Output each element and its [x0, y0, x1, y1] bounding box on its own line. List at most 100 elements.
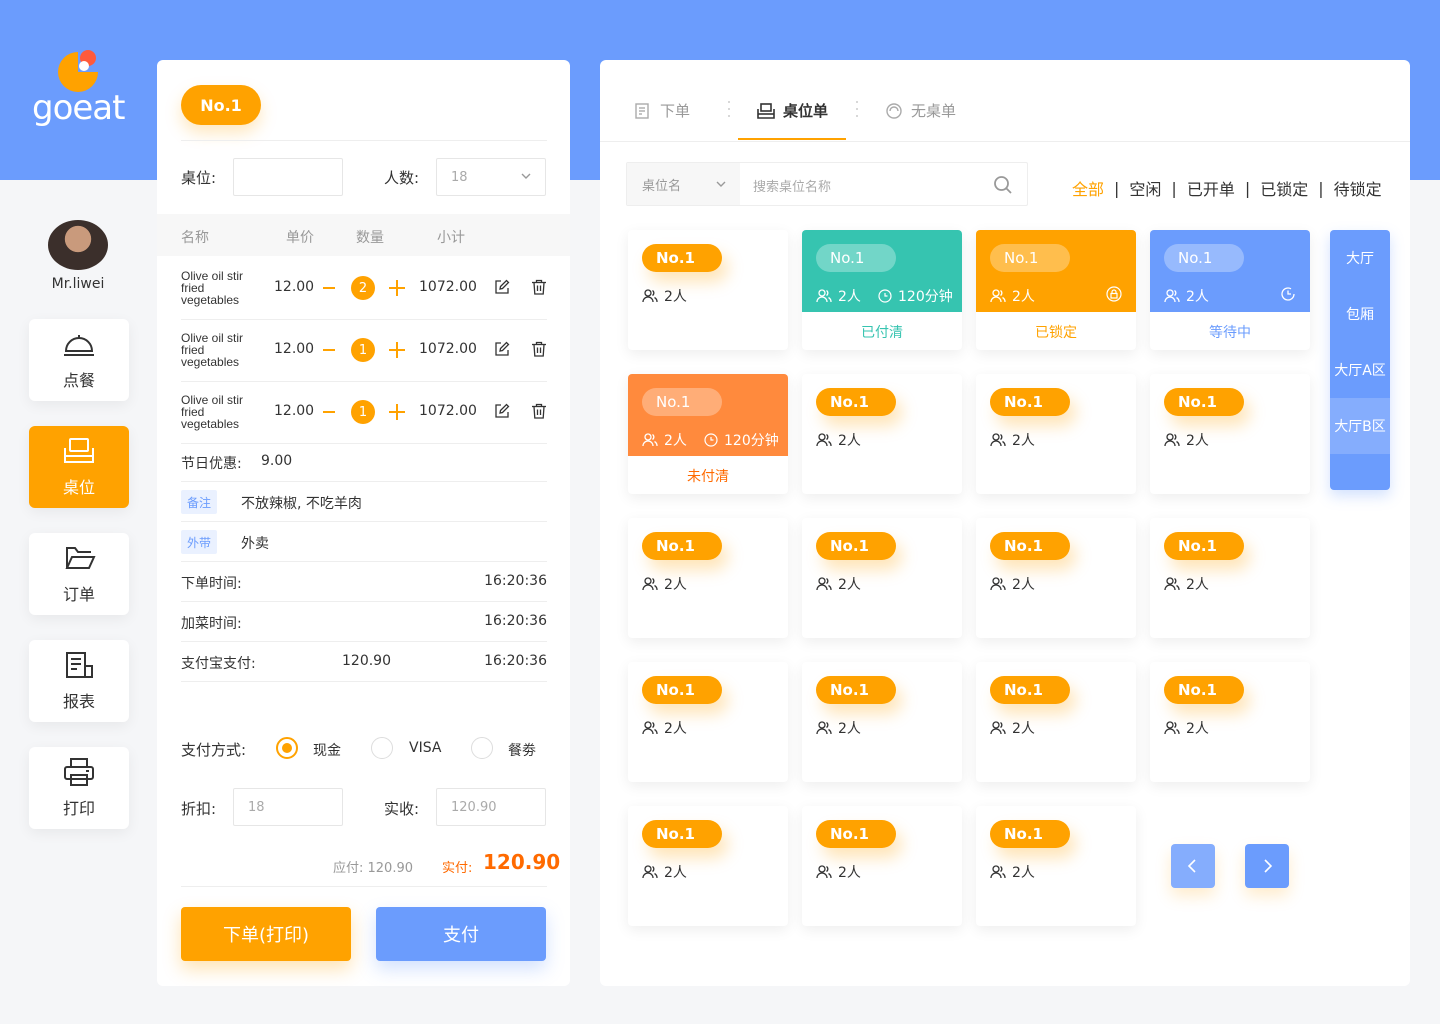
table-people: 2人 [1164, 430, 1209, 450]
table-label: 桌位: [181, 169, 217, 187]
discount-value: 9.00 [261, 453, 293, 469]
people-count: 2人 [664, 433, 687, 449]
filter-opened[interactable]: 已开单 [1187, 176, 1235, 200]
increase-qty-button[interactable] [389, 404, 405, 420]
nav-order-food[interactable]: 点餐 [29, 319, 129, 401]
people-icon [990, 865, 1006, 879]
filter-separator: | [1114, 178, 1120, 198]
pay-button[interactable]: 支付 [376, 907, 546, 961]
order-form-icon [635, 102, 649, 119]
table-name: No.1 [816, 388, 896, 416]
table-name: No.1 [642, 244, 722, 272]
discount-field-input[interactable]: 18 [233, 788, 343, 826]
table-card[interactable]: No.1 2人 [802, 806, 962, 926]
waiting-icon [1281, 287, 1295, 301]
tab-no-table-orders[interactable]: 无桌单 [885, 100, 956, 121]
table-card[interactable]: No.1 2人 [802, 374, 962, 494]
table-people: 2人 [990, 430, 1035, 450]
table-name: No.1 [642, 676, 722, 704]
nav-orders[interactable]: 订单 [29, 533, 129, 615]
edit-icon[interactable] [494, 403, 510, 419]
item-price: 12.00 [274, 403, 315, 419]
decrease-qty-button[interactable] [323, 287, 335, 289]
area-private-room[interactable]: 包厢 [1330, 286, 1390, 342]
radio-visa[interactable] [371, 737, 393, 759]
table-people: 2人 [816, 718, 861, 738]
table-card[interactable]: No.1 2人 [628, 230, 788, 350]
people-select[interactable]: 18 [436, 158, 546, 196]
filter-all[interactable]: 全部 [1072, 176, 1104, 200]
area-hall-b[interactable]: 大厅B区 [1330, 398, 1390, 454]
area-hall[interactable]: 大厅 [1330, 230, 1390, 286]
filter-to-lock[interactable]: 待锁定 [1334, 176, 1382, 200]
table-name: No.1 [1164, 676, 1244, 704]
tab-place-order[interactable]: 下单 [634, 100, 690, 121]
search-input[interactable]: 搜索桌位名称 [753, 176, 831, 195]
people-count: 2人 [1186, 289, 1209, 305]
decrease-qty-button[interactable] [323, 411, 335, 413]
people-icon [816, 721, 832, 735]
area-hall-a[interactable]: 大厅A区 [1330, 342, 1390, 398]
radio-voucher[interactable] [471, 737, 493, 759]
next-page-button[interactable] [1245, 844, 1289, 888]
table-people: 2人 [642, 718, 687, 738]
waiting-icon [1280, 286, 1296, 302]
tab-label: 无桌单 [911, 102, 957, 120]
table-card[interactable]: No.1 2人 [976, 518, 1136, 638]
lock-icon [1106, 286, 1122, 302]
table-card[interactable]: No.1 2人 已锁定 [976, 230, 1136, 350]
nav-reports[interactable]: 报表 [29, 640, 129, 722]
takeout-tag: 外带 [181, 530, 218, 554]
nav-label: 桌位 [62, 478, 95, 497]
increase-qty-button[interactable] [389, 342, 405, 358]
nav-print[interactable]: 打印 [29, 747, 129, 829]
avatar[interactable] [48, 220, 108, 270]
order-time-label: 下单时间: [181, 576, 242, 592]
tab-bar: 下单 桌位单 无桌单 [600, 60, 1410, 142]
alipay-time: 16:20:36 [484, 653, 547, 669]
people-count: 2人 [1012, 721, 1035, 737]
people-icon [816, 865, 832, 879]
username: Mr.liwei [51, 276, 105, 292]
trash-icon[interactable] [531, 279, 547, 295]
circle-dashed-icon [886, 102, 902, 119]
table-card[interactable]: No.1 2人 [628, 662, 788, 782]
trash-icon[interactable] [531, 403, 547, 419]
table-card[interactable]: No.1 2人 [976, 662, 1136, 782]
table-card[interactable]: No.1 2人 [1150, 518, 1310, 638]
divider [181, 140, 547, 141]
alipay-row: 支付宝支付: 120.90 16:20:36 [181, 642, 547, 682]
decrease-qty-button[interactable] [323, 349, 335, 351]
table-card[interactable]: No.1 2人 120分钟 未付清 [628, 374, 788, 494]
tab-table-orders[interactable]: 桌位单 [757, 100, 828, 121]
table-card[interactable]: No.1 2人 [1150, 374, 1310, 494]
table-input[interactable] [233, 158, 343, 196]
trash-icon[interactable] [531, 341, 547, 357]
search-icon[interactable] [993, 175, 1013, 195]
chevron-right-icon [1264, 859, 1273, 873]
table-card[interactable]: No.1 2人 [976, 806, 1136, 926]
filter-locked[interactable]: 已锁定 [1260, 176, 1308, 200]
table-card[interactable]: No.1 2人 120分钟 已付清 [802, 230, 962, 350]
people-icon [1164, 289, 1180, 303]
place-order-button[interactable]: 下单(打印) [181, 907, 351, 961]
table-card[interactable]: No.1 2人 [1150, 662, 1310, 782]
table-card[interactable]: No.1 2人 [628, 518, 788, 638]
increase-qty-button[interactable] [389, 280, 405, 296]
edit-icon[interactable] [494, 341, 510, 357]
radio-cash[interactable] [276, 737, 298, 759]
search-field-select[interactable]: 桌位名 [627, 163, 740, 205]
prev-page-button[interactable] [1171, 844, 1215, 888]
filter-idle[interactable]: 空闲 [1129, 176, 1161, 200]
table-card[interactable]: No.1 2人 [802, 662, 962, 782]
received-input[interactable]: 120.90 [436, 788, 546, 826]
people-icon [1164, 721, 1180, 735]
chevron-left-icon [1187, 859, 1196, 873]
edit-icon[interactable] [494, 279, 510, 295]
table-card[interactable]: No.1 2人 等待中 [1150, 230, 1310, 350]
table-card[interactable]: No.1 2人 [802, 518, 962, 638]
people-icon [990, 289, 1006, 303]
table-card[interactable]: No.1 2人 [976, 374, 1136, 494]
nav-tables[interactable]: 桌位 [29, 426, 129, 508]
table-card[interactable]: No.1 2人 [628, 806, 788, 926]
